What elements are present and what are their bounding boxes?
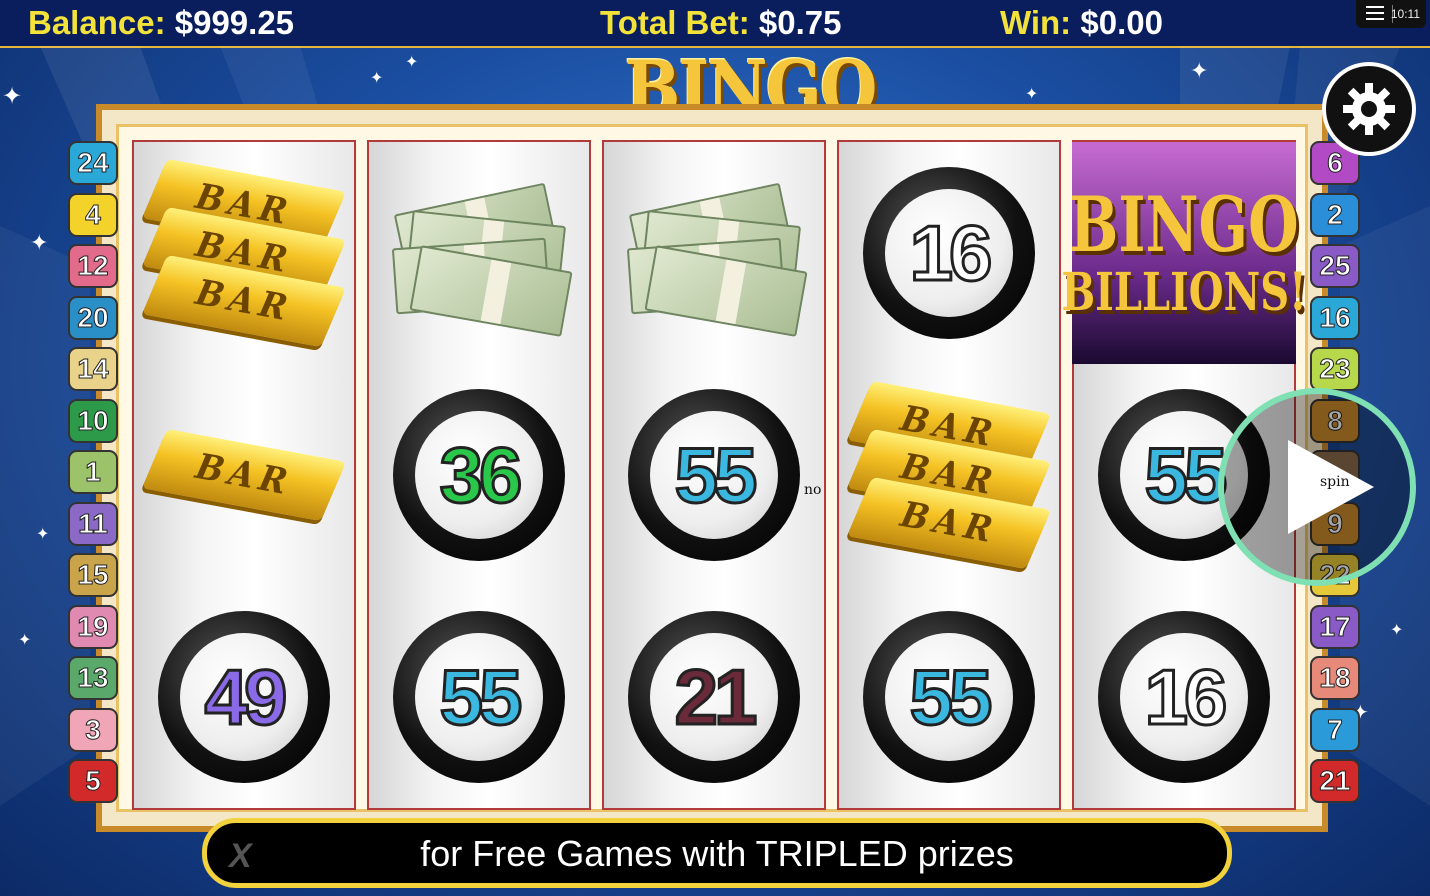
number-tag: 17 xyxy=(1310,604,1360,649)
sparkle-icon: ✦ xyxy=(1025,86,1039,103)
cash-stack-icon xyxy=(624,182,808,337)
sparkle-icon: ✦ xyxy=(18,632,32,649)
ball-number: 55 xyxy=(673,429,759,520)
bingo-ball: 55 xyxy=(863,611,1035,783)
bar-label: BAR xyxy=(187,272,301,330)
settings-button[interactable] xyxy=(1322,62,1416,156)
ticker-message: for Free Games with TRIPLED prizes xyxy=(420,833,1014,874)
bingo-ball-symbol: 16 xyxy=(839,142,1059,364)
number-tag: 24 xyxy=(68,141,118,185)
number-tag: 3 xyxy=(68,707,118,752)
top-bar: Balance: $999.25 Total Bet: $0.75 Win: $… xyxy=(0,0,1430,48)
gear-icon xyxy=(1343,83,1395,135)
number-tag: 15 xyxy=(68,553,118,597)
total-bet-display: Total Bet: $0.75 xyxy=(600,4,841,42)
ball-number: 49 xyxy=(203,651,289,742)
balance-display: Balance: $999.25 xyxy=(28,4,294,42)
bingo-ball: 55 xyxy=(628,389,800,561)
reel-4: 16 BAR BAR BAR 55 xyxy=(837,140,1061,810)
number-tag: 1 xyxy=(68,450,118,494)
message-ticker: X for Free Games with TRIPLED prizes xyxy=(202,818,1232,888)
win-value: $0.00 xyxy=(1080,4,1163,41)
left-number-column: 24 4 12 20 14 10 1 11 15 19 13 3 5 xyxy=(68,141,120,811)
clock-time: 10:11 xyxy=(1390,7,1420,21)
bingo-billions-wild: BINGO BILLIONS! xyxy=(1061,142,1307,364)
win-label: Win: xyxy=(1000,4,1072,41)
number-tag: 13 xyxy=(68,656,118,700)
reel-2: 36 55 xyxy=(367,140,591,810)
bingo-ball: 36 xyxy=(393,389,565,561)
cash-stack-symbol xyxy=(369,142,589,364)
gold-bar-stack: BAR BAR BAR xyxy=(141,158,347,348)
number-tag: 14 xyxy=(68,347,118,391)
reel-1: BAR BAR BAR BAR 49 xyxy=(132,140,356,810)
logo-line-1: BINGO xyxy=(1069,180,1299,269)
spin-button[interactable]: spin xyxy=(1218,388,1416,586)
bingo-ball: 49 xyxy=(158,611,330,783)
ball-number: 55 xyxy=(438,651,524,742)
sparkle-icon: ✦ xyxy=(1190,58,1209,83)
balance-value: $999.25 xyxy=(174,4,295,41)
ball-number: 55 xyxy=(908,651,994,742)
bingo-ball: 21 xyxy=(628,611,800,783)
sparkle-icon: ✦ xyxy=(30,230,49,255)
balance-label: Balance: xyxy=(28,4,166,41)
side-label: no xyxy=(804,482,822,498)
reel-3: 55 21 xyxy=(602,140,826,810)
bingo-ball-symbol: 55 xyxy=(839,586,1059,808)
number-tag: 19 xyxy=(68,604,118,649)
number-tag: 11 xyxy=(68,501,118,546)
ball-number: 16 xyxy=(1143,651,1229,742)
number-tag: 18 xyxy=(1310,656,1360,700)
bar-label: BAR xyxy=(187,446,301,504)
triple-bar-symbol: BAR BAR BAR xyxy=(839,364,1059,586)
sparkle-icon: ✦ xyxy=(370,70,384,87)
play-icon xyxy=(1288,440,1374,534)
logo-symbol: BINGO BILLIONS! xyxy=(1061,142,1307,364)
spin-label: spin xyxy=(1320,474,1350,490)
number-tag: 16 xyxy=(1310,295,1360,340)
bingo-ball: 16 xyxy=(1098,611,1270,783)
single-bar-symbol: BAR xyxy=(134,364,354,586)
number-tag: 2 xyxy=(1310,192,1360,237)
sparkle-icon: ✦ xyxy=(2,83,23,110)
bingo-ball-symbol: 49 xyxy=(134,586,354,808)
total-bet-value: $0.75 xyxy=(758,4,842,41)
ball-number: 55 xyxy=(1143,429,1229,520)
sparkle-icon: ✦ xyxy=(36,526,50,543)
hamburger-icon[interactable] xyxy=(1366,6,1384,20)
ball-number: 16 xyxy=(908,207,994,298)
bingo-ball: 16 xyxy=(863,167,1035,339)
number-tag: 10 xyxy=(68,398,118,443)
total-bet-label: Total Bet: xyxy=(600,4,750,41)
bingo-ball-symbol: 16 xyxy=(1074,586,1294,808)
number-tag: 4 xyxy=(68,192,118,237)
sparkle-icon: ✦ xyxy=(405,54,419,71)
triple-bar-symbol: BAR BAR BAR xyxy=(134,142,354,364)
number-tag: 5 xyxy=(68,759,118,803)
bingo-ball-symbol: 21 xyxy=(604,586,824,808)
number-tag: 12 xyxy=(68,244,118,288)
gold-bar-stack: BAR xyxy=(141,428,347,522)
bingo-ball-symbol: 55 xyxy=(604,364,824,586)
gold-bar-stack: BAR BAR BAR xyxy=(846,380,1052,570)
number-tag: 25 xyxy=(1310,244,1360,288)
number-tag: 23 xyxy=(1310,347,1360,391)
ball-number: 36 xyxy=(438,429,524,520)
cash-stack-icon xyxy=(389,182,573,337)
bingo-ball-symbol: 36 xyxy=(369,364,589,586)
logo-line-2: BILLIONS! xyxy=(1061,261,1307,323)
win-display: Win: $0.00 xyxy=(1000,4,1163,42)
number-tag: 7 xyxy=(1310,707,1360,752)
bingo-ball-symbol: 55 xyxy=(369,586,589,808)
sparkle-icon: ✦ xyxy=(1390,622,1404,639)
gold-bar: BAR xyxy=(141,428,347,522)
status-widget: 10:11 xyxy=(1356,0,1426,28)
ball-number: 21 xyxy=(673,651,759,742)
cash-stack-symbol xyxy=(604,142,824,364)
bar-label: BAR xyxy=(892,494,1006,552)
bingo-ball: 55 xyxy=(393,611,565,783)
number-tag: 20 xyxy=(68,295,118,340)
number-tag: 21 xyxy=(1310,759,1360,803)
